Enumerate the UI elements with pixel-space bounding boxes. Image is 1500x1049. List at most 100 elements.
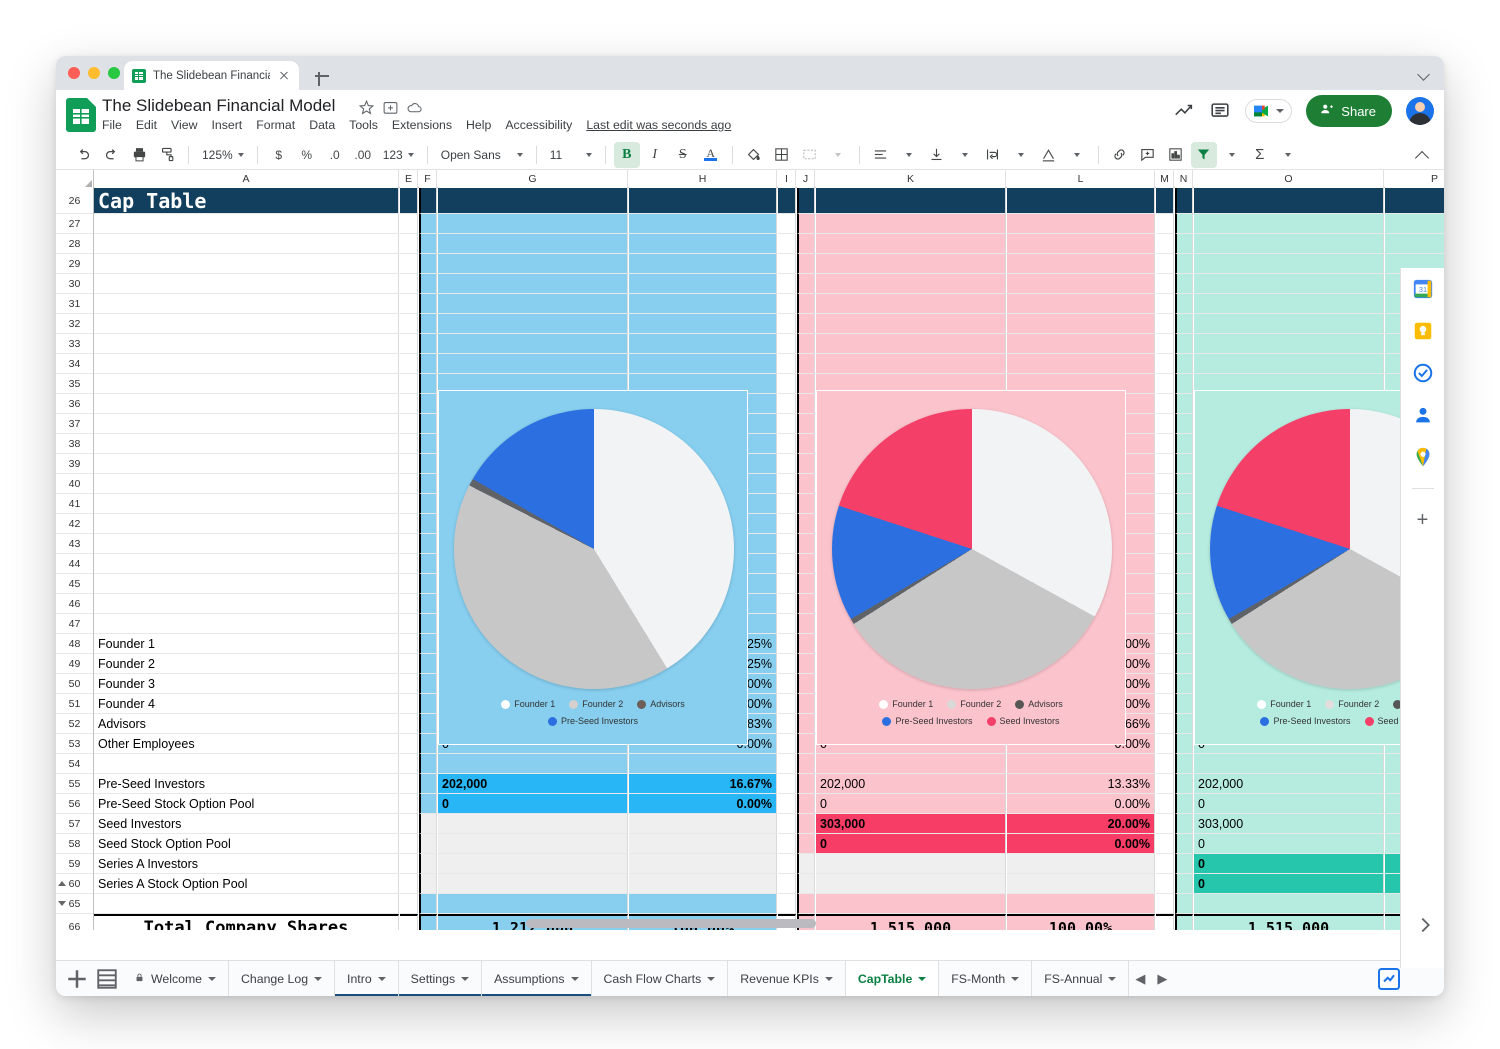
menu-insert[interactable]: Insert bbox=[211, 118, 242, 132]
gutter-pre-seed-27[interactable] bbox=[419, 214, 437, 234]
tasks-icon[interactable] bbox=[1412, 362, 1434, 384]
chevron-down-icon[interactable] bbox=[570, 976, 579, 981]
share-button[interactable]: Share bbox=[1306, 95, 1392, 127]
column-header-K[interactable]: K bbox=[816, 170, 1006, 188]
cell-A42[interactable] bbox=[94, 514, 399, 534]
cell-H30[interactable] bbox=[629, 274, 777, 294]
document-title[interactable]: The Slidebean Financial Model bbox=[102, 96, 335, 116]
gutter-series-a-56[interactable] bbox=[1175, 794, 1193, 814]
cell-E35[interactable] bbox=[400, 374, 418, 394]
user-avatar[interactable] bbox=[1406, 97, 1434, 125]
column-header-F[interactable]: F bbox=[419, 170, 437, 188]
shares-seed-60[interactable] bbox=[816, 874, 1006, 894]
row-header-46[interactable]: 46 bbox=[56, 594, 93, 614]
gutter-seed-28[interactable] bbox=[797, 234, 815, 254]
gutter-seed-53[interactable] bbox=[797, 734, 815, 754]
create-filter-button[interactable] bbox=[1190, 141, 1217, 168]
pct-seed-59[interactable] bbox=[1007, 854, 1155, 874]
cell-I38[interactable] bbox=[778, 434, 796, 454]
cell-M50[interactable] bbox=[1156, 674, 1174, 694]
cell-I57[interactable] bbox=[778, 814, 796, 834]
pct-pre-seed-58[interactable] bbox=[629, 834, 777, 854]
row-label-59[interactable]: Series A Investors bbox=[94, 854, 399, 874]
gutter-series-a-47[interactable] bbox=[1175, 614, 1193, 634]
gutter-pre-seed-59[interactable] bbox=[419, 854, 437, 874]
cell-E48[interactable] bbox=[400, 634, 418, 654]
row-header-52[interactable]: 52 bbox=[56, 714, 93, 734]
keep-icon[interactable] bbox=[1412, 320, 1434, 342]
column-header-A[interactable]: A bbox=[94, 170, 399, 188]
cell-A35[interactable] bbox=[94, 374, 399, 394]
maximize-window-button[interactable] bbox=[108, 67, 120, 79]
row-header-58[interactable]: 58 bbox=[56, 834, 93, 854]
gutter-pre-seed-52[interactable] bbox=[419, 714, 437, 734]
gutter-pre-seed-41[interactable] bbox=[419, 494, 437, 514]
gutter-series-a-45[interactable] bbox=[1175, 574, 1193, 594]
text-rotation-button[interactable] bbox=[1036, 142, 1062, 168]
gutter-pre-seed-29[interactable] bbox=[419, 254, 437, 274]
cell-E44[interactable] bbox=[400, 554, 418, 574]
gutter-seed-65[interactable] bbox=[797, 894, 815, 914]
shares-series-a-57[interactable]: 303,000 bbox=[1194, 814, 1384, 834]
gutter-series-a-34[interactable] bbox=[1175, 354, 1193, 374]
gutter-seed-57[interactable] bbox=[797, 814, 815, 834]
row-label-49[interactable]: Founder 2 bbox=[94, 654, 399, 674]
cell-M35[interactable] bbox=[1156, 374, 1174, 394]
cell-O33[interactable] bbox=[1194, 334, 1384, 354]
cell-E59[interactable] bbox=[400, 854, 418, 874]
cell-I30[interactable] bbox=[778, 274, 796, 294]
gutter-series-a-38[interactable] bbox=[1175, 434, 1193, 454]
cell-I50[interactable] bbox=[778, 674, 796, 694]
cell-K28[interactable] bbox=[816, 234, 1006, 254]
cell-I56[interactable] bbox=[778, 794, 796, 814]
shares-seed-59[interactable] bbox=[816, 854, 1006, 874]
all-sheets-button[interactable] bbox=[92, 964, 122, 994]
gutter-seed-42[interactable] bbox=[797, 514, 815, 534]
cell-M48[interactable] bbox=[1156, 634, 1174, 654]
cell-L31[interactable] bbox=[1007, 294, 1155, 314]
functions-chevron[interactable] bbox=[1275, 142, 1301, 168]
cell-K29[interactable] bbox=[816, 254, 1006, 274]
cell-E66[interactable] bbox=[400, 914, 418, 930]
chevron-down-icon[interactable] bbox=[1011, 976, 1020, 981]
gutter-pre-seed-43[interactable] bbox=[419, 534, 437, 554]
pct-seed-54[interactable] bbox=[1007, 754, 1155, 774]
gutter-series-a-65[interactable] bbox=[1175, 894, 1193, 914]
column-header-P[interactable]: P bbox=[1385, 170, 1444, 188]
cell-I51[interactable] bbox=[778, 694, 796, 714]
cell-A40[interactable] bbox=[94, 474, 399, 494]
gutter-seed-36[interactable] bbox=[797, 394, 815, 414]
cell-M65[interactable] bbox=[1156, 894, 1174, 914]
gutter-pre-seed-60[interactable] bbox=[419, 874, 437, 894]
cell-E42[interactable] bbox=[400, 514, 418, 534]
gutter-seed-27[interactable] bbox=[797, 214, 815, 234]
cell-M60[interactable] bbox=[1156, 874, 1174, 894]
cell-M41[interactable] bbox=[1156, 494, 1174, 514]
gutter-seed-31[interactable] bbox=[797, 294, 815, 314]
shares-series-a-60[interactable]: 0 bbox=[1194, 874, 1384, 894]
cell-M36[interactable] bbox=[1156, 394, 1174, 414]
cell-E65[interactable] bbox=[400, 894, 418, 914]
chevron-down-icon[interactable] bbox=[461, 976, 470, 981]
cell-I47[interactable] bbox=[778, 614, 796, 634]
close-window-button[interactable] bbox=[68, 67, 80, 79]
add-app-button[interactable]: + bbox=[1412, 509, 1434, 531]
cell-A34[interactable] bbox=[94, 354, 399, 374]
shares-pre-seed-58[interactable] bbox=[438, 834, 628, 854]
gutter-seed-52[interactable] bbox=[797, 714, 815, 734]
cell-F26[interactable] bbox=[419, 188, 437, 214]
cell-E31[interactable] bbox=[400, 294, 418, 314]
merge-cells-button[interactable] bbox=[797, 142, 823, 168]
pie-chart-0[interactable]: Founder 1 Founder 2 Advisors Pre-Seed Inves… bbox=[438, 390, 748, 745]
fill-color-button[interactable] bbox=[741, 142, 767, 168]
gutter-seed-43[interactable] bbox=[797, 534, 815, 554]
cell-M29[interactable] bbox=[1156, 254, 1174, 274]
menu-data[interactable]: Data bbox=[309, 118, 335, 132]
row-header-60[interactable]: 60 bbox=[56, 874, 93, 894]
sheet-tab-welcome[interactable]: Welcome bbox=[122, 960, 230, 996]
gutter-seed-29[interactable] bbox=[797, 254, 815, 274]
shares-series-a-56[interactable]: 0 bbox=[1194, 794, 1384, 814]
cell-O28[interactable] bbox=[1194, 234, 1384, 254]
cell-M31[interactable] bbox=[1156, 294, 1174, 314]
strikethrough-button[interactable]: S bbox=[670, 142, 696, 168]
